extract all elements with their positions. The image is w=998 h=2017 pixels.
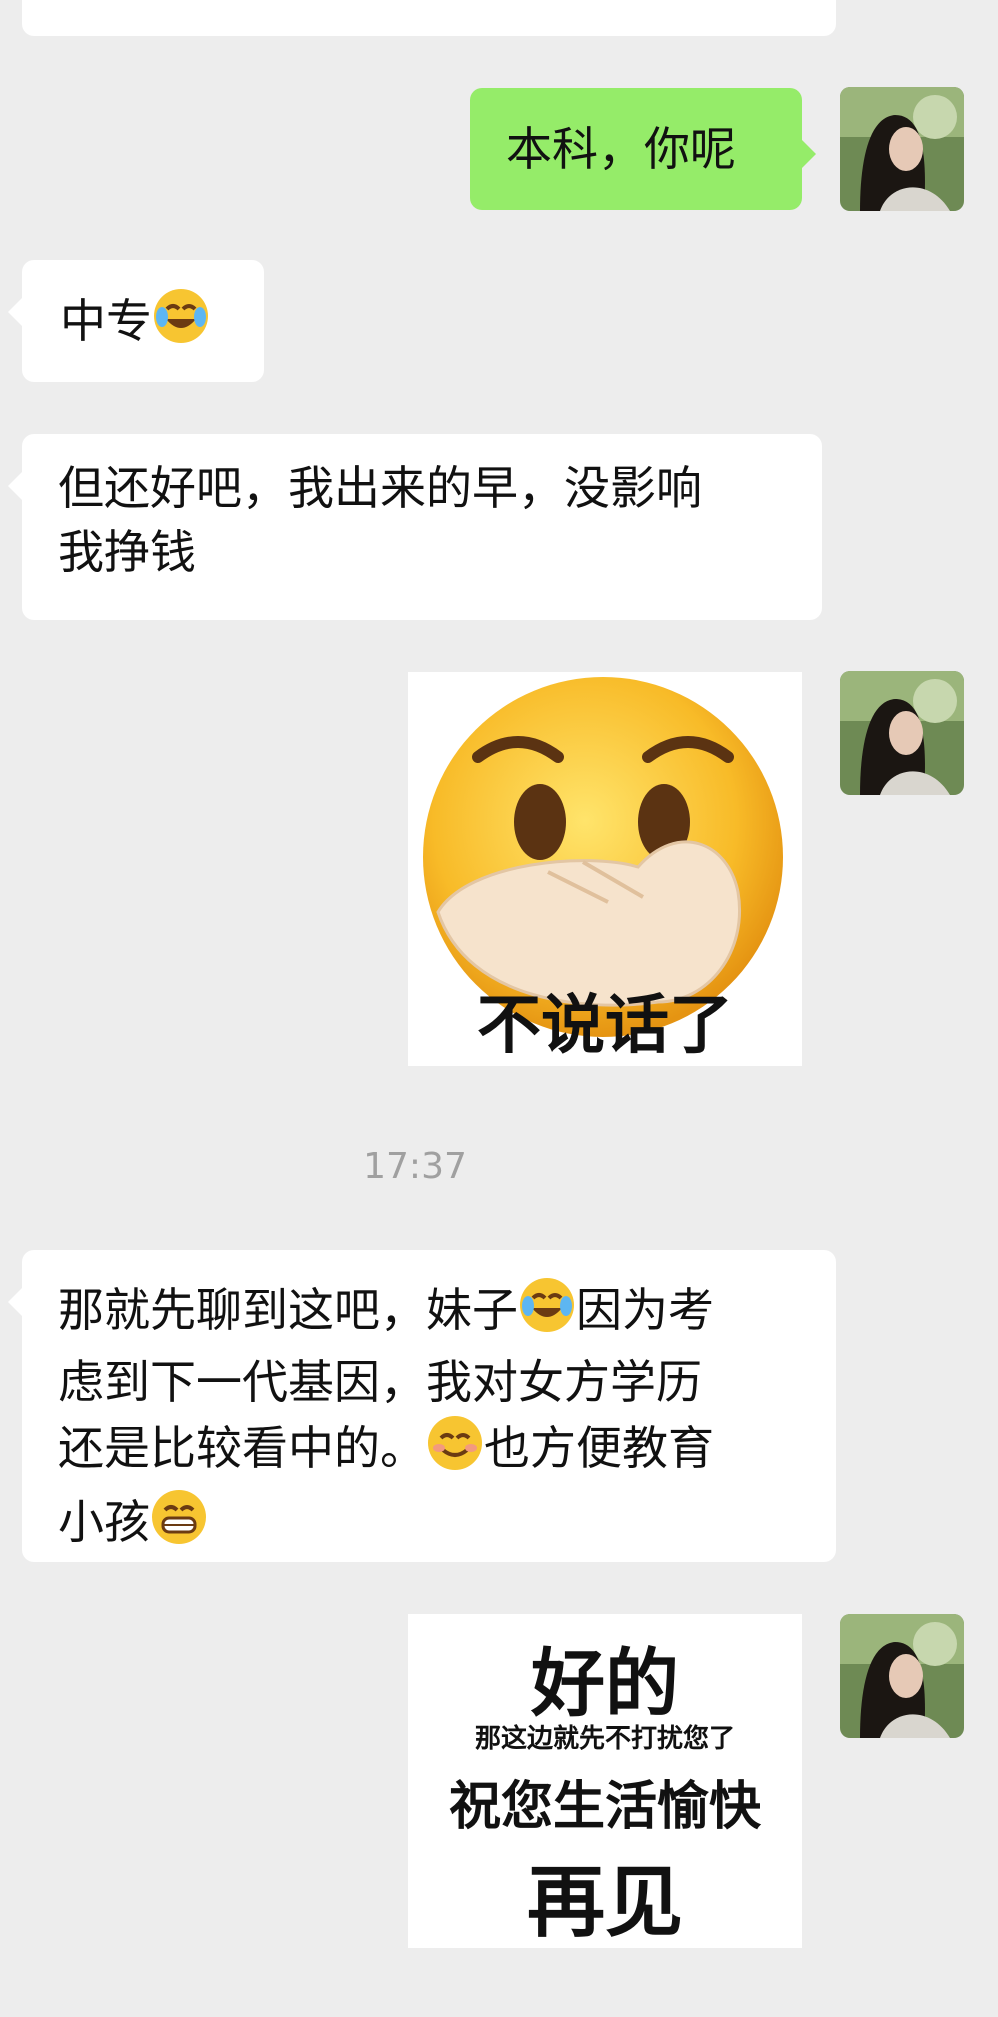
message-text: 中专 [60, 294, 152, 348]
grin-icon [150, 1488, 208, 1562]
sticker-text-line: 再见 [526, 1858, 683, 1948]
avatar[interactable] [840, 1614, 964, 1738]
message-line: 我挣钱 [58, 525, 196, 579]
avatar[interactable] [840, 671, 964, 795]
message-bubble-incoming[interactable]: 但还好吧，我出来的早，没影响 我挣钱 [8, 434, 822, 620]
message-text: 本科，你呢 [506, 122, 736, 176]
avatar[interactable] [840, 87, 964, 211]
message-line: 虑到下一代基因，我对女方学历 [58, 1355, 702, 1409]
sticker-image[interactable]: 好的 那这边就先不打扰您了 祝您生活愉快 再见 [408, 1614, 802, 1948]
message-bubble-incoming[interactable]: 那就先聊到这吧，妹子 因为考 虑到下一代基因，我对女方学历 还是比较看中的。 也方便… [8, 1250, 836, 1562]
message-bubble-outgoing[interactable]: 本科，你呢 [470, 88, 816, 210]
message-bubble-incoming[interactable]: 中专 [8, 260, 264, 382]
sticker-text-line: 那这边就先不打扰您了 [474, 1724, 735, 1754]
message-line: 但还好吧，我出来的早，没影响 [58, 461, 702, 515]
message-line: 那就先聊到这吧，妹子 因为考 [58, 1276, 800, 1350]
sticker-text-line: 祝您生活愉快 [448, 1777, 761, 1837]
chat-area: 本科，你呢 中专 但还好吧，我出来的早，没影响 我挣钱 不说话了 17:37 那… [0, 0, 998, 2017]
partial-message-bubble[interactable] [22, 0, 836, 36]
sticker-caption: 不说话了 [477, 989, 733, 1063]
timestamp: 17:37 [363, 1146, 467, 1187]
smile-icon [426, 1414, 484, 1488]
sticker-image[interactable]: 不说话了 [408, 672, 802, 1066]
cry-laugh-icon [518, 1276, 576, 1350]
sticker-text-line: 好的 [531, 1641, 679, 1727]
cry-laugh-icon [152, 268, 210, 390]
message-line: 小孩 [58, 1488, 800, 1562]
message-line: 还是比较看中的。 也方便教育 [58, 1414, 800, 1488]
